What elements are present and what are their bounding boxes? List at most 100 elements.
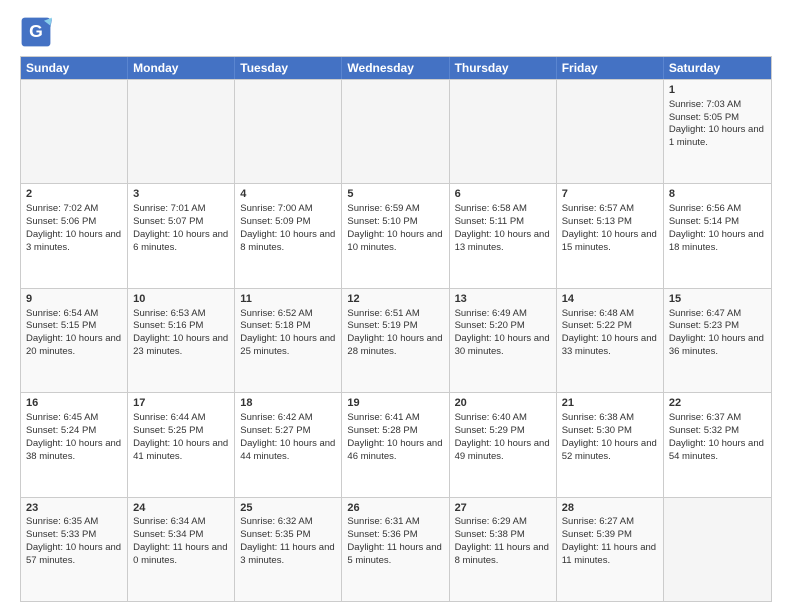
daylight-text: Daylight: 10 hours and 49 minutes.	[455, 438, 551, 464]
sunset-text: Sunset: 5:09 PM	[240, 216, 336, 229]
header-day-saturday: Saturday	[664, 57, 771, 79]
sunrise-text: Sunrise: 6:31 AM	[347, 516, 443, 529]
day-number: 11	[240, 292, 336, 307]
day-number: 18	[240, 396, 336, 411]
sunrise-text: Sunrise: 6:48 AM	[562, 308, 658, 321]
daylight-text: Daylight: 10 hours and 15 minutes.	[562, 229, 658, 255]
day-number: 21	[562, 396, 658, 411]
header-day-monday: Monday	[128, 57, 235, 79]
header-day-friday: Friday	[557, 57, 664, 79]
day-cell-1: 1Sunrise: 7:03 AMSunset: 5:05 PMDaylight…	[664, 80, 771, 183]
day-cell-4: 4Sunrise: 7:00 AMSunset: 5:09 PMDaylight…	[235, 184, 342, 287]
daylight-text: Daylight: 10 hours and 57 minutes.	[26, 542, 122, 568]
header-day-tuesday: Tuesday	[235, 57, 342, 79]
sunset-text: Sunset: 5:20 PM	[455, 320, 551, 333]
day-number: 12	[347, 292, 443, 307]
day-number: 14	[562, 292, 658, 307]
calendar-header: SundayMondayTuesdayWednesdayThursdayFrid…	[21, 57, 771, 79]
day-cell-19: 19Sunrise: 6:41 AMSunset: 5:28 PMDayligh…	[342, 393, 449, 496]
sunset-text: Sunset: 5:30 PM	[562, 425, 658, 438]
day-number: 22	[669, 396, 766, 411]
sunrise-text: Sunrise: 6:45 AM	[26, 412, 122, 425]
day-cell-26: 26Sunrise: 6:31 AMSunset: 5:36 PMDayligh…	[342, 498, 449, 601]
sunset-text: Sunset: 5:10 PM	[347, 216, 443, 229]
sunset-text: Sunset: 5:33 PM	[26, 529, 122, 542]
day-number: 17	[133, 396, 229, 411]
day-cell-2: 2Sunrise: 7:02 AMSunset: 5:06 PMDaylight…	[21, 184, 128, 287]
sunset-text: Sunset: 5:24 PM	[26, 425, 122, 438]
day-number: 4	[240, 187, 336, 202]
day-number: 15	[669, 292, 766, 307]
calendar-page: G SundayMondayTuesdayWednesdayThursdayFr…	[0, 0, 792, 612]
calendar-row-1: 2Sunrise: 7:02 AMSunset: 5:06 PMDaylight…	[21, 183, 771, 287]
day-number: 7	[562, 187, 658, 202]
sunrise-text: Sunrise: 7:00 AM	[240, 203, 336, 216]
sunrise-text: Sunrise: 6:53 AM	[133, 308, 229, 321]
empty-cell	[450, 80, 557, 183]
day-number: 2	[26, 187, 122, 202]
sunrise-text: Sunrise: 6:35 AM	[26, 516, 122, 529]
empty-cell	[342, 80, 449, 183]
daylight-text: Daylight: 11 hours and 11 minutes.	[562, 542, 658, 568]
day-number: 26	[347, 501, 443, 516]
svg-text:G: G	[29, 21, 43, 41]
sunrise-text: Sunrise: 6:32 AM	[240, 516, 336, 529]
sunrise-text: Sunrise: 6:44 AM	[133, 412, 229, 425]
sunrise-text: Sunrise: 6:51 AM	[347, 308, 443, 321]
daylight-text: Daylight: 10 hours and 13 minutes.	[455, 229, 551, 255]
daylight-text: Daylight: 10 hours and 54 minutes.	[669, 438, 766, 464]
sunset-text: Sunset: 5:32 PM	[669, 425, 766, 438]
sunset-text: Sunset: 5:23 PM	[669, 320, 766, 333]
day-number: 5	[347, 187, 443, 202]
daylight-text: Daylight: 10 hours and 25 minutes.	[240, 333, 336, 359]
empty-cell	[557, 80, 664, 183]
day-cell-9: 9Sunrise: 6:54 AMSunset: 5:15 PMDaylight…	[21, 289, 128, 392]
calendar-row-4: 23Sunrise: 6:35 AMSunset: 5:33 PMDayligh…	[21, 497, 771, 601]
sunset-text: Sunset: 5:36 PM	[347, 529, 443, 542]
daylight-text: Daylight: 11 hours and 0 minutes.	[133, 542, 229, 568]
daylight-text: Daylight: 10 hours and 44 minutes.	[240, 438, 336, 464]
sunset-text: Sunset: 5:27 PM	[240, 425, 336, 438]
day-number: 23	[26, 501, 122, 516]
daylight-text: Daylight: 10 hours and 30 minutes.	[455, 333, 551, 359]
day-cell-7: 7Sunrise: 6:57 AMSunset: 5:13 PMDaylight…	[557, 184, 664, 287]
sunrise-text: Sunrise: 6:27 AM	[562, 516, 658, 529]
sunrise-text: Sunrise: 6:42 AM	[240, 412, 336, 425]
day-number: 24	[133, 501, 229, 516]
sunset-text: Sunset: 5:15 PM	[26, 320, 122, 333]
daylight-text: Daylight: 11 hours and 5 minutes.	[347, 542, 443, 568]
day-number: 6	[455, 187, 551, 202]
daylight-text: Daylight: 10 hours and 6 minutes.	[133, 229, 229, 255]
sunrise-text: Sunrise: 6:57 AM	[562, 203, 658, 216]
day-number: 3	[133, 187, 229, 202]
sunset-text: Sunset: 5:29 PM	[455, 425, 551, 438]
day-cell-17: 17Sunrise: 6:44 AMSunset: 5:25 PMDayligh…	[128, 393, 235, 496]
sunrise-text: Sunrise: 7:02 AM	[26, 203, 122, 216]
sunset-text: Sunset: 5:07 PM	[133, 216, 229, 229]
day-cell-14: 14Sunrise: 6:48 AMSunset: 5:22 PMDayligh…	[557, 289, 664, 392]
day-cell-16: 16Sunrise: 6:45 AMSunset: 5:24 PMDayligh…	[21, 393, 128, 496]
sunrise-text: Sunrise: 6:38 AM	[562, 412, 658, 425]
sunset-text: Sunset: 5:19 PM	[347, 320, 443, 333]
sunset-text: Sunset: 5:25 PM	[133, 425, 229, 438]
logo-icon: G	[20, 16, 52, 48]
sunrise-text: Sunrise: 6:54 AM	[26, 308, 122, 321]
calendar-row-3: 16Sunrise: 6:45 AMSunset: 5:24 PMDayligh…	[21, 392, 771, 496]
day-cell-11: 11Sunrise: 6:52 AMSunset: 5:18 PMDayligh…	[235, 289, 342, 392]
empty-cell	[128, 80, 235, 183]
sunrise-text: Sunrise: 7:01 AM	[133, 203, 229, 216]
daylight-text: Daylight: 10 hours and 33 minutes.	[562, 333, 658, 359]
day-cell-22: 22Sunrise: 6:37 AMSunset: 5:32 PMDayligh…	[664, 393, 771, 496]
empty-cell	[235, 80, 342, 183]
sunrise-text: Sunrise: 6:40 AM	[455, 412, 551, 425]
day-cell-25: 25Sunrise: 6:32 AMSunset: 5:35 PMDayligh…	[235, 498, 342, 601]
empty-cell	[664, 498, 771, 601]
sunset-text: Sunset: 5:22 PM	[562, 320, 658, 333]
calendar-row-0: 1Sunrise: 7:03 AMSunset: 5:05 PMDaylight…	[21, 79, 771, 183]
day-cell-23: 23Sunrise: 6:35 AMSunset: 5:33 PMDayligh…	[21, 498, 128, 601]
sunset-text: Sunset: 5:28 PM	[347, 425, 443, 438]
sunrise-text: Sunrise: 6:49 AM	[455, 308, 551, 321]
header-day-wednesday: Wednesday	[342, 57, 449, 79]
day-number: 28	[562, 501, 658, 516]
day-number: 20	[455, 396, 551, 411]
